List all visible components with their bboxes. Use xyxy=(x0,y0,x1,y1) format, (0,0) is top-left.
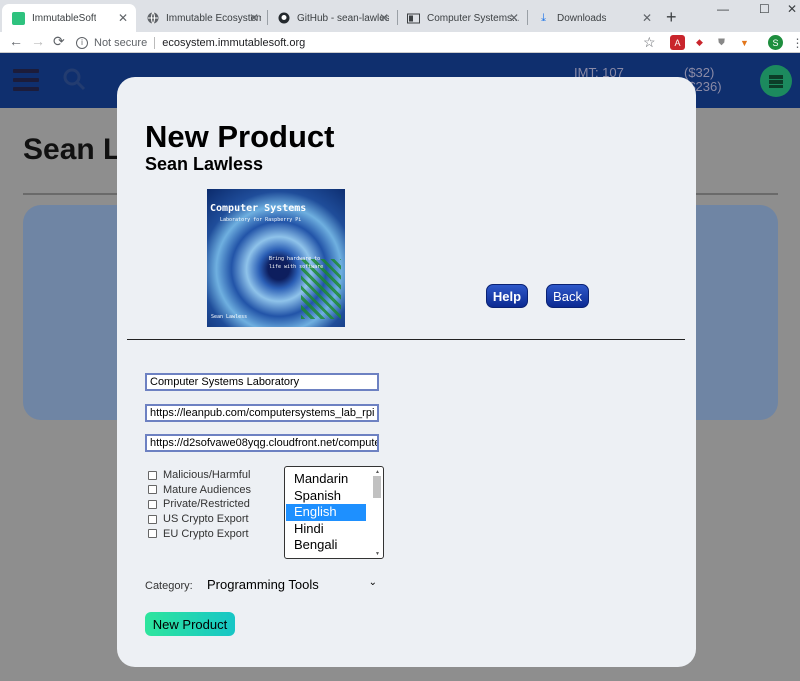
language-option-bengali[interactable]: Bengali xyxy=(286,537,366,554)
cover-author: Sean Lawless xyxy=(211,314,248,320)
product-url-input[interactable] xyxy=(145,404,379,422)
immutablesoft-favicon-icon xyxy=(12,11,25,25)
tab-title: GitHub - sean-lawless/ xyxy=(297,12,389,24)
tab-title: ImmutableSoft xyxy=(32,12,97,24)
tab-github[interactable]: GitHub - sean-lawless/ ✕ xyxy=(267,4,397,32)
close-tab-icon[interactable]: ✕ xyxy=(642,11,652,25)
close-tab-icon[interactable]: ✕ xyxy=(249,11,259,25)
tab-immutablesoft[interactable]: ImmutableSoft ✕ xyxy=(2,4,136,32)
cover-blurb: Bring hardware to life with software xyxy=(269,256,324,270)
language-listbox[interactable]: Mandarin Spanish English Hindi Bengali ▲… xyxy=(284,466,384,559)
download-icon: ⤓ xyxy=(541,11,546,24)
category-select[interactable]: Programming Tools ⌄ xyxy=(207,577,377,592)
checkbox-private[interactable]: Private/Restricted xyxy=(148,497,251,512)
modal-title: New Product xyxy=(145,119,335,154)
scroll-up-arrow-icon[interactable]: ▲ xyxy=(373,469,382,475)
menu-kebab-icon[interactable]: ⋮ xyxy=(790,35,800,50)
close-tab-icon[interactable]: ✕ xyxy=(379,11,389,25)
metamask-fox-icon[interactable]: ▼ xyxy=(737,35,752,50)
info-icon[interactable]: i xyxy=(76,36,88,49)
scroll-down-arrow-icon[interactable]: ▼ xyxy=(373,551,382,557)
new-product-modal: New Product Sean Lawless Computer System… xyxy=(117,77,696,667)
language-option-mandarin[interactable]: Mandarin xyxy=(286,471,366,488)
bookmark-star-icon[interactable]: ☆ xyxy=(643,34,656,51)
checkbox-label: Private/Restricted xyxy=(163,498,250,511)
language-option-english[interactable]: English xyxy=(286,504,366,521)
new-product-submit-button[interactable]: New Product xyxy=(145,612,235,636)
back-button[interactable]: ← xyxy=(9,33,23,49)
globe-icon xyxy=(146,12,159,25)
checkbox-eu-crypto[interactable]: EU Crypto Export xyxy=(148,526,251,541)
language-scrollbar[interactable]: ▲ ▼ xyxy=(373,469,382,557)
close-tab-icon[interactable]: ✕ xyxy=(118,11,128,25)
category-value: Programming Tools xyxy=(207,577,319,592)
language-option-spanish[interactable]: Spanish xyxy=(286,488,366,505)
cover-title: Computer Systems xyxy=(210,203,307,214)
tab-computer-systems[interactable]: Computer Systems... b ✕ xyxy=(397,4,527,32)
maximize-button[interactable]: ☐ xyxy=(759,2,770,16)
url-text[interactable]: ecosystem.immutablesoft.org xyxy=(162,37,305,49)
chevron-down-icon: ⌄ xyxy=(368,577,377,588)
profile-avatar[interactable]: S xyxy=(768,35,783,50)
extension-a-icon[interactable]: A xyxy=(670,35,685,50)
language-option-hindi[interactable]: Hindi xyxy=(286,521,366,538)
forward-button[interactable]: → xyxy=(31,33,45,49)
hamburger-menu-icon[interactable] xyxy=(13,69,39,96)
background-page-title: Sean L xyxy=(23,133,122,166)
reload-button[interactable]: ⟳ xyxy=(53,33,65,50)
checkbox-label: Mature Audiences xyxy=(163,483,252,496)
search-icon[interactable] xyxy=(62,67,86,97)
minimize-button[interactable]: — xyxy=(717,2,729,16)
scrollbar-thumb[interactable] xyxy=(373,476,381,498)
balance-primary: ($32) xyxy=(684,65,715,80)
tab-title: Downloads xyxy=(557,12,607,24)
extension-shield-icon[interactable]: ⛊ xyxy=(714,35,729,50)
extension-owl-icon[interactable]: ◆ xyxy=(692,35,707,50)
product-cover-image[interactable]: Computer Systems Laboratory for Raspberr… xyxy=(207,189,345,327)
product-logo-url-input[interactable] xyxy=(145,434,379,452)
checkbox-us-crypto[interactable]: US Crypto Export xyxy=(148,512,251,527)
checkbox-label: EU Crypto Export xyxy=(163,527,249,540)
category-label: Category: xyxy=(145,580,193,592)
tab-title: Immutable Ecosystem xyxy=(166,12,261,24)
tab-downloads[interactable]: ⤓ Downloads ✕ xyxy=(527,4,660,32)
checkbox-malicious[interactable]: Malicious/Harmful xyxy=(148,468,251,483)
tab-title: Computer Systems... b xyxy=(427,12,519,24)
flags-checkbox-group: Malicious/Harmful Mature Audiences Priva… xyxy=(148,468,251,541)
close-tab-icon[interactable]: ✕ xyxy=(509,11,519,25)
close-window-button[interactable]: ✕ xyxy=(787,2,797,16)
security-label: Not secure xyxy=(94,36,148,49)
cover-subtitle: Laboratory for Raspberry Pi xyxy=(220,217,302,223)
tab-immutable-ecosystem[interactable]: Immutable Ecosystem ✕ xyxy=(136,4,267,32)
modal-author: Sean Lawless xyxy=(145,154,264,174)
modal-divider xyxy=(127,339,685,340)
checkbox-label: Malicious/Harmful xyxy=(163,469,251,482)
product-name-input[interactable] xyxy=(145,373,379,391)
checkbox-mature[interactable]: Mature Audiences xyxy=(148,483,251,498)
book-icon xyxy=(407,12,420,25)
help-button[interactable]: Help xyxy=(486,284,528,308)
wallet-coin-icon[interactable] xyxy=(760,65,792,97)
browser-tab-strip: ImmutableSoft ✕ Immutable Ecosystem ✕ Gi… xyxy=(0,0,800,32)
back-button[interactable]: Back xyxy=(546,284,589,308)
github-icon xyxy=(277,12,290,25)
new-tab-button[interactable]: + xyxy=(666,7,677,28)
address-bar[interactable]: i Not secure ecosystem.immutablesoft.org xyxy=(76,33,662,52)
checkbox-label: US Crypto Export xyxy=(163,513,249,526)
